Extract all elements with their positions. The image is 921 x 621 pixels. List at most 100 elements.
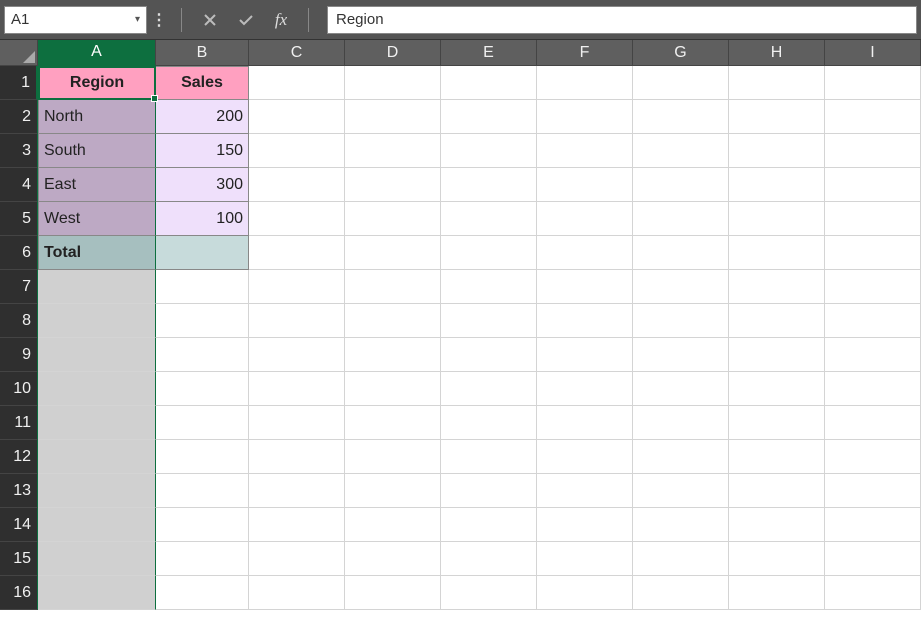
- cell-G3[interactable]: [633, 134, 729, 168]
- cell-B6[interactable]: [156, 236, 249, 270]
- row-header-15[interactable]: 15: [0, 542, 38, 576]
- cell-D16[interactable]: [345, 576, 441, 610]
- cell-I15[interactable]: [825, 542, 921, 576]
- cell-A9[interactable]: [38, 338, 156, 372]
- cell-D11[interactable]: [345, 406, 441, 440]
- cell-C2[interactable]: [249, 100, 345, 134]
- cell-A4[interactable]: East: [38, 168, 156, 202]
- cell-G5[interactable]: [633, 202, 729, 236]
- cell-B13[interactable]: [156, 474, 249, 508]
- cell-C6[interactable]: [249, 236, 345, 270]
- cell-G2[interactable]: [633, 100, 729, 134]
- col-header-i[interactable]: I: [825, 40, 921, 66]
- cell-E5[interactable]: [441, 202, 537, 236]
- cell-E1[interactable]: [441, 66, 537, 100]
- cell-I2[interactable]: [825, 100, 921, 134]
- cell-H7[interactable]: [729, 270, 825, 304]
- row-header-6[interactable]: 6: [0, 236, 38, 270]
- cell-A13[interactable]: [38, 474, 156, 508]
- cell-F13[interactable]: [537, 474, 633, 508]
- cell-A10[interactable]: [38, 372, 156, 406]
- cell-E14[interactable]: [441, 508, 537, 542]
- cell-A5[interactable]: West: [38, 202, 156, 236]
- cell-A8[interactable]: [38, 304, 156, 338]
- cell-F10[interactable]: [537, 372, 633, 406]
- cell-F7[interactable]: [537, 270, 633, 304]
- cell-A14[interactable]: [38, 508, 156, 542]
- cell-B14[interactable]: [156, 508, 249, 542]
- cell-I4[interactable]: [825, 168, 921, 202]
- cell-H13[interactable]: [729, 474, 825, 508]
- cell-D4[interactable]: [345, 168, 441, 202]
- cell-A3[interactable]: South: [38, 134, 156, 168]
- cell-B4[interactable]: 300: [156, 168, 249, 202]
- cell-E8[interactable]: [441, 304, 537, 338]
- cell-F2[interactable]: [537, 100, 633, 134]
- cell-H5[interactable]: [729, 202, 825, 236]
- cell-I1[interactable]: [825, 66, 921, 100]
- cell-H3[interactable]: [729, 134, 825, 168]
- cell-C13[interactable]: [249, 474, 345, 508]
- cell-G13[interactable]: [633, 474, 729, 508]
- cell-D10[interactable]: [345, 372, 441, 406]
- row-header-2[interactable]: 2: [0, 100, 38, 134]
- row-header-12[interactable]: 12: [0, 440, 38, 474]
- cell-G6[interactable]: [633, 236, 729, 270]
- row-header-8[interactable]: 8: [0, 304, 38, 338]
- cell-I5[interactable]: [825, 202, 921, 236]
- cell-D13[interactable]: [345, 474, 441, 508]
- cell-G9[interactable]: [633, 338, 729, 372]
- cell-B16[interactable]: [156, 576, 249, 610]
- col-header-e[interactable]: E: [441, 40, 537, 66]
- cell-I11[interactable]: [825, 406, 921, 440]
- cell-B3[interactable]: 150: [156, 134, 249, 168]
- cell-B11[interactable]: [156, 406, 249, 440]
- cell-D1[interactable]: [345, 66, 441, 100]
- cell-C14[interactable]: [249, 508, 345, 542]
- cell-G4[interactable]: [633, 168, 729, 202]
- cell-E12[interactable]: [441, 440, 537, 474]
- cell-E3[interactable]: [441, 134, 537, 168]
- cell-E2[interactable]: [441, 100, 537, 134]
- row-header-1[interactable]: 1: [0, 66, 38, 100]
- cell-C8[interactable]: [249, 304, 345, 338]
- col-header-d[interactable]: D: [345, 40, 441, 66]
- cell-H10[interactable]: [729, 372, 825, 406]
- cell-E15[interactable]: [441, 542, 537, 576]
- cell-C11[interactable]: [249, 406, 345, 440]
- cell-B8[interactable]: [156, 304, 249, 338]
- cell-F14[interactable]: [537, 508, 633, 542]
- cell-F4[interactable]: [537, 168, 633, 202]
- row-header-7[interactable]: 7: [0, 270, 38, 304]
- row-header-5[interactable]: 5: [0, 202, 38, 236]
- cell-F3[interactable]: [537, 134, 633, 168]
- cell-A7[interactable]: [38, 270, 156, 304]
- cell-F6[interactable]: [537, 236, 633, 270]
- cell-A15[interactable]: [38, 542, 156, 576]
- cell-C3[interactable]: [249, 134, 345, 168]
- menu-dots-icon[interactable]: ⋮: [147, 10, 171, 30]
- cell-I9[interactable]: [825, 338, 921, 372]
- cell-H1[interactable]: [729, 66, 825, 100]
- cell-H16[interactable]: [729, 576, 825, 610]
- cell-G10[interactable]: [633, 372, 729, 406]
- row-header-11[interactable]: 11: [0, 406, 38, 440]
- cell-C4[interactable]: [249, 168, 345, 202]
- cell-C7[interactable]: [249, 270, 345, 304]
- cell-B7[interactable]: [156, 270, 249, 304]
- cell-H11[interactable]: [729, 406, 825, 440]
- cell-B10[interactable]: [156, 372, 249, 406]
- cells-area[interactable]: RegionSalesNorth200South150East300West10…: [38, 66, 921, 610]
- col-header-f[interactable]: F: [537, 40, 633, 66]
- cell-D12[interactable]: [345, 440, 441, 474]
- cell-D6[interactable]: [345, 236, 441, 270]
- cell-I6[interactable]: [825, 236, 921, 270]
- col-header-g[interactable]: G: [633, 40, 729, 66]
- cell-C15[interactable]: [249, 542, 345, 576]
- cell-B5[interactable]: 100: [156, 202, 249, 236]
- cell-A11[interactable]: [38, 406, 156, 440]
- fx-label[interactable]: fx: [264, 10, 298, 30]
- row-header-4[interactable]: 4: [0, 168, 38, 202]
- cell-I8[interactable]: [825, 304, 921, 338]
- cell-E11[interactable]: [441, 406, 537, 440]
